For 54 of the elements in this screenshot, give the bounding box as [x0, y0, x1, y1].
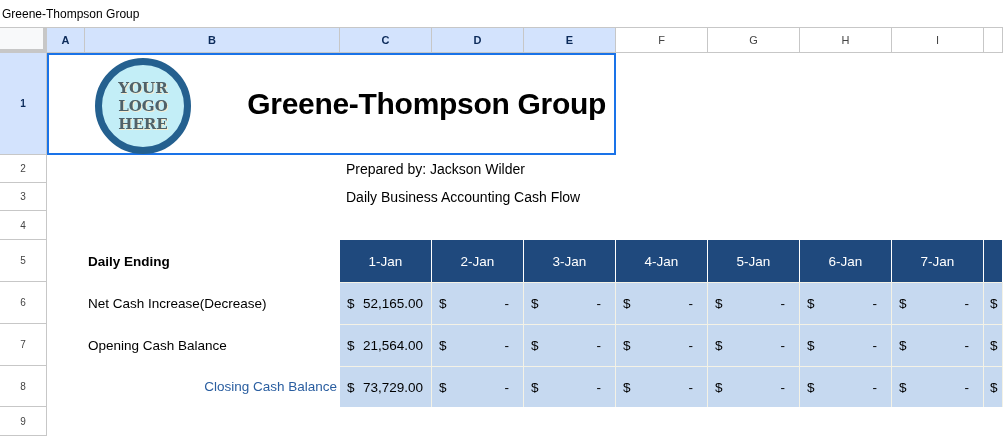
amount-cell: $ - — [524, 324, 616, 366]
amount-cell: $ - — [524, 282, 616, 324]
row-label: Opening Cash Balance — [87, 336, 228, 355]
amount-cell: $ - — [432, 366, 524, 407]
row-header[interactable]: 1 — [0, 53, 47, 155]
amount-cell: $ - — [708, 324, 800, 366]
row-header[interactable]: 6 — [0, 282, 47, 324]
table-heading: Daily Ending — [87, 252, 171, 271]
row-header[interactable]: 4 — [0, 211, 47, 240]
column-header[interactable]: C — [340, 28, 432, 52]
row-header[interactable]: 7 — [0, 324, 47, 366]
date-header: 1-Jan — [340, 240, 432, 282]
amount-cell: $ - — [708, 366, 800, 407]
amount-cell: $ - — [708, 282, 800, 324]
column-header[interactable]: E — [524, 28, 616, 52]
amount-cell: $ 73,729.00 — [340, 366, 432, 407]
info-text: Prepared by: Jackson Wilder — [345, 160, 526, 179]
row-label: Closing Cash Balance — [203, 378, 338, 396]
amount-cell: $ — [984, 324, 1003, 366]
column-header[interactable]: D — [432, 28, 524, 52]
amount-cell: $ — [984, 282, 1003, 324]
column-header[interactable]: B — [85, 28, 340, 52]
amount-cell: $ - — [800, 366, 892, 407]
row-header[interactable]: 5 — [0, 240, 47, 282]
company-title: Greene-Thompson Group — [247, 87, 606, 121]
select-all-corner[interactable] — [0, 28, 47, 52]
amount-cell: $ - — [892, 324, 984, 366]
amount-cell: $ - — [800, 282, 892, 324]
amount-cell: $ - — [892, 366, 984, 407]
amount-cell: $ - — [616, 282, 708, 324]
row-header[interactable]: 2 — [0, 155, 47, 183]
amount-cell: $ 52,165.00 — [340, 282, 432, 324]
date-header: 4-Jan — [616, 240, 708, 282]
amount-cell: $ - — [524, 366, 616, 407]
date-header: 5-Jan — [708, 240, 800, 282]
amount-cell: $ - — [616, 324, 708, 366]
column-header[interactable]: A — [47, 28, 85, 52]
amount-cell: $ — [984, 366, 1003, 407]
row-label: Net Cash Increase(Decrease) — [87, 294, 268, 313]
amount-cell: $ - — [432, 282, 524, 324]
date-header: 6-Jan — [800, 240, 892, 282]
row-header[interactable]: 3 — [0, 183, 47, 211]
date-header: 3-Jan — [524, 240, 616, 282]
amount-cell: $ 21,564.00 — [340, 324, 432, 366]
row-header[interactable]: 8 — [0, 366, 47, 407]
logo-text: YOUR LOGO HERE — [117, 79, 169, 133]
info-text: Daily Business Accounting Cash Flow — [345, 188, 582, 207]
row-header[interactable]: 9 — [0, 407, 47, 436]
amount-cell: $ - — [892, 282, 984, 324]
amount-cell: $ - — [432, 324, 524, 366]
amount-cell: $ - — [800, 324, 892, 366]
amount-cell: $ - — [616, 366, 708, 407]
date-header: 7-Jan — [892, 240, 984, 282]
date-header: 2-Jan — [432, 240, 524, 282]
